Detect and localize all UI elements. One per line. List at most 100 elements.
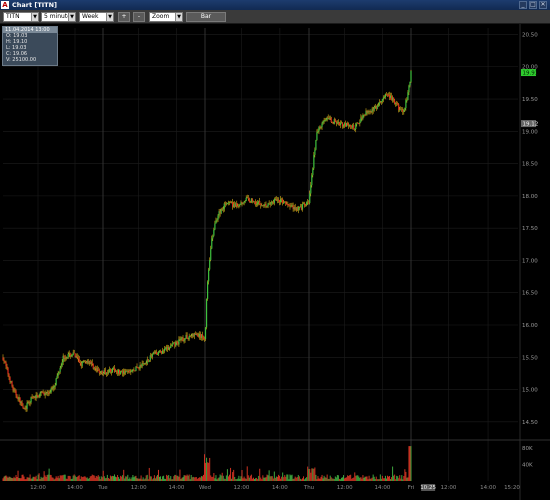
candle-body [379, 102, 381, 103]
candle-body [148, 360, 150, 362]
volume-bar [11, 477, 13, 481]
candle-body [166, 347, 168, 349]
candle-body [152, 352, 154, 355]
volume-bar [145, 475, 147, 481]
volume-bar [6, 476, 8, 481]
volume-bar [336, 474, 338, 481]
volume-bar [161, 479, 163, 481]
candle-body [8, 374, 10, 378]
candle-body [136, 366, 138, 368]
candle-body [178, 339, 180, 345]
volume-bar [20, 478, 22, 481]
volume-bar [66, 478, 68, 481]
price-chart[interactable]: 20.5020.0019.5019.0018.5018.0017.5017.00… [0, 0, 550, 500]
volume-bar [39, 479, 41, 481]
candle-body [404, 108, 406, 111]
candle-body [94, 367, 96, 369]
volume-bar [365, 476, 367, 481]
candle-body [271, 201, 273, 203]
candle-body [375, 106, 377, 109]
volume-bar [53, 479, 55, 481]
candle-body [283, 202, 285, 204]
candle-body [91, 362, 93, 364]
candle-body [220, 209, 222, 214]
volume-bar [4, 475, 6, 481]
volume-bar [209, 457, 211, 481]
candle-body [287, 204, 289, 206]
price-axis: 20.5020.0019.5019.0018.5018.0017.5017.00… [521, 32, 538, 426]
candle-body [333, 119, 335, 124]
candle-body [58, 371, 60, 373]
candle-body [53, 386, 55, 388]
price-axis-label: 19.00 [522, 129, 538, 135]
volume-bar [340, 477, 342, 481]
volume-bar [139, 478, 141, 481]
volume-bar [79, 479, 81, 481]
candle-body [169, 346, 171, 348]
volume-bar [220, 475, 222, 481]
candle-body [340, 122, 343, 124]
volume-bar [241, 470, 243, 481]
candle-body [73, 352, 75, 354]
candle-body [273, 199, 275, 204]
volume-bar [13, 476, 15, 481]
volume-bar [281, 476, 283, 481]
volume-bar [70, 479, 72, 481]
candle-body [396, 102, 398, 104]
candle-body [393, 97, 395, 101]
candle-body [98, 370, 100, 373]
candle-body [248, 198, 250, 202]
volume-bar [78, 475, 80, 481]
candle-body [52, 387, 54, 389]
time-axis-label: 14:00 [480, 485, 496, 491]
candle-body [383, 97, 386, 98]
volume-bar [235, 479, 237, 481]
volume-bar [106, 474, 108, 481]
volume-bar [117, 474, 119, 481]
candle-body [282, 199, 284, 204]
candle-body [175, 341, 177, 346]
candle-body [202, 337, 205, 340]
candle-body [360, 117, 362, 122]
volume-bar [378, 479, 380, 481]
candle-body [165, 348, 167, 350]
volume-bar [202, 474, 204, 481]
volume-bar [382, 478, 384, 481]
volume-bar [151, 479, 153, 481]
volume-bar [150, 476, 152, 481]
candle-body [354, 128, 356, 130]
volume-bar [296, 477, 298, 481]
volume-bar [292, 478, 294, 481]
candle-body [49, 392, 51, 394]
candle-body [409, 81, 411, 86]
volume-bar [256, 477, 258, 481]
candle-body [366, 110, 368, 113]
volume-bar [329, 475, 331, 481]
volume-bar [133, 477, 135, 481]
candle-body [66, 357, 68, 359]
volume-bar [77, 475, 79, 481]
volume-bar [190, 474, 192, 481]
volume-bar [237, 478, 239, 481]
candle-body [317, 131, 319, 133]
volume-bar [321, 474, 323, 481]
candle-body [241, 202, 243, 204]
volume-bar [123, 469, 125, 481]
volume-bars [2, 446, 412, 481]
candle-body [250, 198, 252, 203]
volume-bar [162, 476, 164, 481]
volume-bar [291, 474, 293, 481]
candle-body [285, 201, 287, 205]
volume-axis-label: 40K [522, 463, 533, 469]
candle-body [389, 95, 392, 98]
candle-body [319, 126, 321, 128]
volume-bar [309, 468, 311, 481]
candle-body [153, 352, 155, 354]
candle-body [356, 122, 358, 125]
candle-body [215, 220, 217, 224]
volume-bar [157, 469, 159, 481]
volume-bar [103, 476, 105, 481]
volume-bar [333, 478, 335, 481]
volume-bar [211, 476, 213, 481]
volume-bar [409, 446, 411, 481]
